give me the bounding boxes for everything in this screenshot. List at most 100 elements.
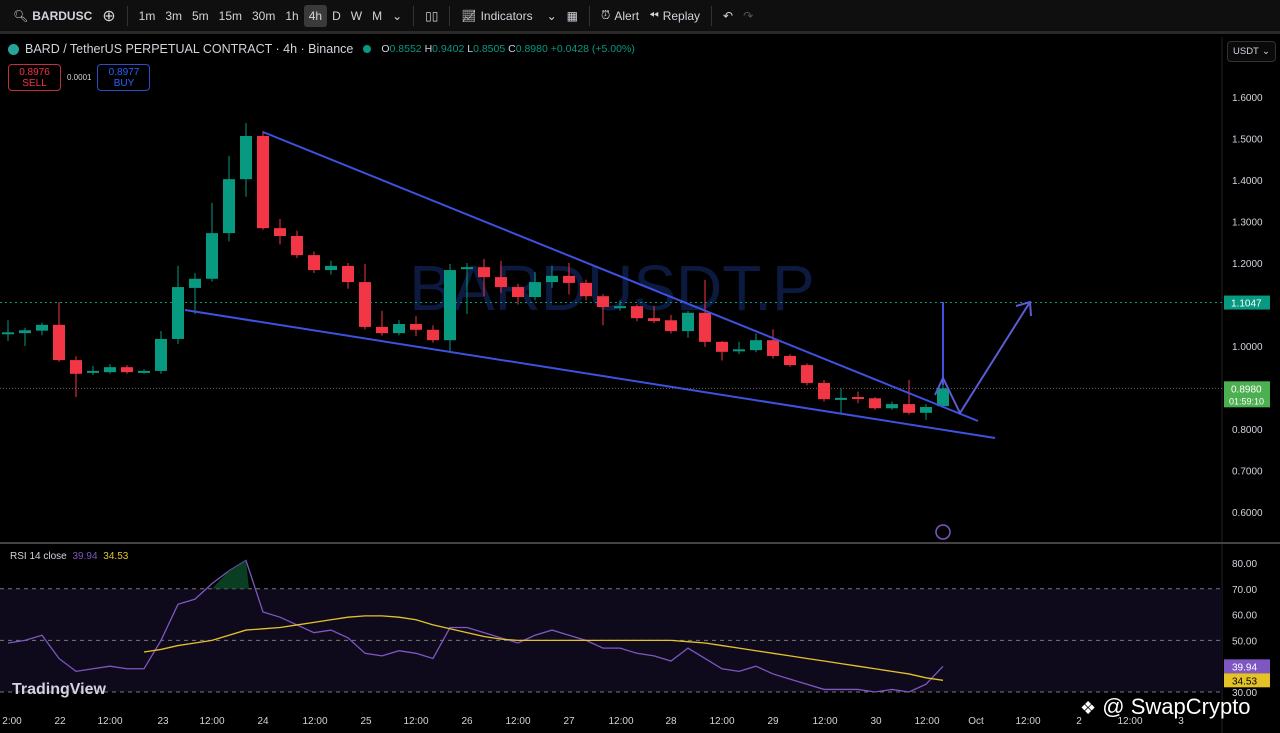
time-tick: 12:00 [505, 716, 530, 727]
candle-body [172, 287, 184, 339]
compare-add-button[interactable]: ⊕ [97, 2, 120, 30]
redo-button[interactable]: ↷ [738, 5, 758, 27]
divider [711, 5, 713, 26]
price-tick: 1.0000 [1232, 342, 1263, 353]
price-tick: 0.6000 [1232, 508, 1263, 519]
overbought-fill [212, 560, 249, 589]
chart-title: BARD / TetherUS PERPETUAL CONTRACT · 4h … [25, 42, 354, 56]
alarm-clock-icon: ⏰︎ [601, 8, 611, 22]
interval-15m[interactable]: 15m [214, 5, 247, 27]
time-tick: 12:00 [914, 716, 939, 727]
candle-body [121, 367, 133, 373]
time-tick: 2:00 [2, 716, 22, 727]
candle-body [801, 365, 813, 383]
time-tick: 12:00 [302, 716, 327, 727]
alert-button[interactable]: ⏰︎ Alert [596, 4, 644, 27]
wedge-lower-trendline [184, 309, 996, 439]
buy-button[interactable]: 0.8977 BUY [97, 64, 151, 91]
price-tick: 1.5000 [1232, 135, 1263, 146]
templates-button[interactable]: ▦ [562, 5, 583, 27]
candle-body [393, 324, 405, 334]
candle-body [631, 306, 643, 319]
interval-M[interactable]: M [367, 5, 387, 27]
candle-body [87, 370, 99, 373]
chart-canvas[interactable]: BARDUSDT.P 1.6000 1.5000 1.4000 1.3000 1.2000… [0, 37, 1280, 733]
interval-5m[interactable]: 5m [187, 5, 214, 27]
interval-W[interactable]: W [346, 5, 367, 27]
time-tick: 12:00 [608, 716, 633, 727]
time-tick: 28 [665, 716, 677, 727]
chevron-down-icon: ⌄ [1262, 46, 1270, 57]
candle-body [869, 398, 881, 409]
time-tick: 23 [157, 716, 169, 727]
interval-dropdown[interactable]: ⌄ [387, 5, 407, 27]
candle-body [308, 255, 320, 271]
plus-circle-icon: ⊕ [102, 7, 116, 25]
candle-body [733, 349, 745, 352]
time-tick: 12:00 [1015, 716, 1040, 727]
candle-body [70, 360, 82, 374]
trade-panel: 0.8976 SELL 0.0001 0.8977 BUY [8, 64, 151, 91]
tradingview-logo[interactable]: TradingView [12, 681, 106, 699]
candle-body [835, 397, 847, 400]
currency-select[interactable]: USDT ⌄ [1227, 41, 1276, 62]
grid-icon: ▦ [566, 8, 579, 23]
candle-body [716, 341, 728, 352]
candle-body [903, 404, 915, 413]
symbol-watermark: BARDUSDT.P [409, 252, 814, 324]
candle-body [444, 270, 456, 341]
rewind-icon: ⏪︎ [649, 8, 659, 22]
candle-body [36, 324, 48, 331]
candle-body [138, 370, 150, 373]
interval-30m[interactable]: 30m [247, 5, 280, 27]
candles-icon: ▯▯ [425, 8, 439, 23]
bard-logo-icon [8, 43, 19, 55]
replay-button[interactable]: ⏪︎ Replay [644, 4, 705, 27]
price-tick: 1.6000 [1232, 93, 1263, 104]
candle-body [376, 326, 388, 334]
sell-button[interactable]: 0.8976 SELL [8, 64, 61, 91]
candle-body [852, 397, 864, 400]
interval-4h[interactable]: 4h [303, 4, 328, 27]
price-tick: 0.8000 [1232, 425, 1263, 436]
time-tick: 12:00 [199, 716, 224, 727]
chart-type-button[interactable]: ▯▯ [420, 5, 443, 27]
candle-body [818, 382, 830, 400]
candle-body [648, 318, 660, 322]
symbol-search[interactable]: 🔍︎ BARDUSC [8, 5, 97, 27]
interval-3m[interactable]: 3m [160, 5, 187, 27]
divider [589, 5, 591, 26]
candle-body [206, 233, 218, 279]
candle-body [546, 275, 558, 283]
candle-body [750, 340, 762, 351]
undo-button[interactable]: ↶ [718, 5, 738, 27]
interval-D[interactable]: D [327, 5, 346, 27]
candle-body [699, 312, 711, 342]
time-tick: 12:00 [403, 716, 428, 727]
top-toolbar: 🔍︎ BARDUSC ⊕ 1m 3m 5m 15m 30m 1h 4h D W M ⌄ ▯▯ 📈︎ I… [0, 0, 1280, 34]
candle-body [478, 267, 490, 278]
candle-body [19, 330, 31, 334]
indicators-button[interactable]: 📈︎ Indicators ⌄ [456, 5, 561, 27]
rsi-tick: 80.00 [1232, 559, 1257, 570]
candle-body [257, 136, 269, 229]
candle-body [937, 388, 949, 407]
time-tick: Oct [968, 716, 984, 727]
candle-body [512, 287, 524, 298]
interval-1h[interactable]: 1h [280, 5, 303, 27]
candle-body [529, 282, 541, 298]
rsi-tick: 70.00 [1232, 585, 1257, 596]
candle-body [886, 404, 898, 409]
candle-body [342, 265, 354, 283]
time-tick: 12:00 [97, 716, 122, 727]
search-icon: 🔍︎ [13, 8, 29, 23]
price-tick: 1.2000 [1232, 259, 1263, 270]
candle-body [155, 338, 167, 371]
candle-body [461, 267, 473, 270]
candle-body [563, 275, 575, 283]
divider [126, 5, 128, 26]
interval-1m[interactable]: 1m [134, 5, 161, 27]
candle-body [597, 296, 609, 307]
rsi-legend: RSI 14 close 39.94 34.53 [10, 551, 129, 562]
candle-body [274, 228, 286, 237]
